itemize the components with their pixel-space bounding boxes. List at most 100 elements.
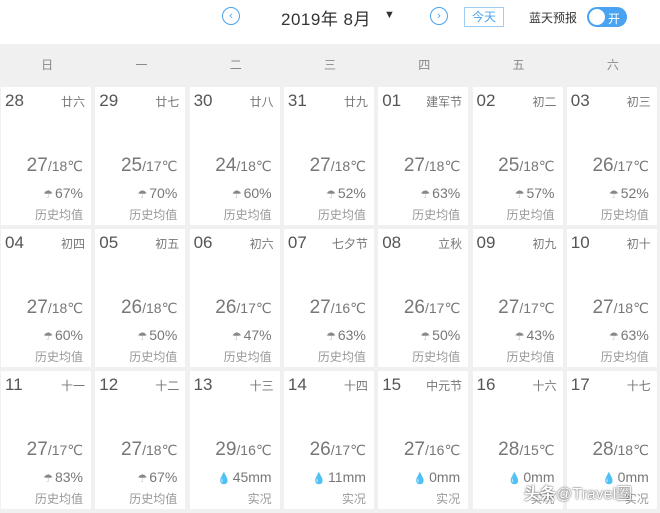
day-cell[interactable]: 28 廿六 27/18℃ ☂ 67% 历史均值	[1, 87, 91, 225]
weekday-sat: 六	[606, 58, 619, 72]
umbrella-icon: ☂	[137, 331, 148, 343]
day-cell[interactable]: 09 初九 27/17℃ ☂ 43% 历史均值	[472, 229, 563, 367]
umbrella-icon: ☂	[43, 189, 53, 201]
day-cell[interactable]: 12 十二 27/18℃ ☂ 67% 历史均值	[95, 371, 186, 509]
data-source-note: 历史均值	[129, 208, 178, 222]
day-number: 17	[570, 375, 590, 394]
data-source-note: 历史均值	[412, 350, 461, 364]
temp-high: 26	[120, 297, 143, 318]
day-cell[interactable]: 01 建军节 27/18℃ ☂ 63% 历史均值	[378, 87, 469, 225]
data-source-note: 实况	[341, 492, 366, 506]
temp-high: 26	[215, 297, 237, 318]
lunar-date: 十二	[155, 379, 180, 393]
precip-value: 45mm	[232, 469, 272, 485]
day-cell[interactable]: 15 中元节 27/16℃ 💧 0mm 实况	[378, 371, 469, 509]
temperature: 29/16℃	[215, 439, 271, 461]
temp-low: /16℃	[330, 300, 366, 316]
caret-down-icon[interactable]: ▼	[384, 9, 395, 21]
chevron-right-icon: ›	[437, 10, 441, 22]
temp-low: /17℃	[236, 300, 272, 316]
temperature: 26/17℃	[215, 297, 271, 319]
prev-month-button[interactable]: ‹	[222, 7, 240, 25]
precipitation: ☂ 60%	[43, 327, 83, 343]
day-number: 06	[193, 233, 213, 252]
day-cell[interactable]: 07 七夕节 27/16℃ ☂ 63% 历史均值	[283, 229, 374, 367]
day-number: 30	[193, 91, 213, 110]
temp-low: /17℃	[142, 158, 178, 174]
day-number: 08	[382, 233, 402, 252]
weekday-sun: 日	[41, 58, 54, 72]
precipitation: ☂ 50%	[420, 327, 460, 343]
day-number: 12	[99, 375, 119, 394]
day-cell[interactable]: 08 立秋 26/17℃ ☂ 50% 历史均值	[378, 229, 469, 367]
temp-low: /18℃	[47, 158, 83, 174]
day-number: 16	[476, 375, 496, 394]
data-source-note: 历史均值	[600, 350, 649, 364]
umbrella-icon: ☂	[420, 189, 431, 201]
day-cell[interactable]: 30 廿八 24/18℃ ☂ 60% 历史均值	[189, 87, 280, 225]
day-number: 15	[382, 375, 402, 394]
month-title[interactable]: 2019年 8月	[281, 5, 371, 30]
data-source-note: 历史均值	[506, 208, 555, 222]
precipitation: ☂ 52%	[326, 185, 366, 201]
day-cell[interactable]: 06 初六 26/17℃ ☂ 47% 历史均值	[189, 229, 280, 367]
umbrella-icon: ☂	[514, 331, 525, 343]
temp-high: 27	[26, 297, 48, 318]
today-button[interactable]: 今天	[464, 7, 504, 27]
data-source-note: 历史均值	[600, 208, 649, 222]
temp-low: /18℃	[47, 300, 83, 316]
day-cell[interactable]: 11 十一 27/17℃ ☂ 83% 历史均值	[1, 371, 91, 509]
precipitation: 💧 11mm	[312, 469, 366, 485]
temp-high: 25	[120, 155, 143, 176]
temp-low: /18℃	[142, 442, 178, 458]
temperature: 27/17℃	[27, 439, 83, 461]
precip-value: 83%	[54, 469, 83, 485]
lunar-date: 七夕节	[331, 237, 368, 251]
precipitation: ☂ 70%	[137, 185, 177, 201]
day-cell[interactable]: 31 廿九 27/18℃ ☂ 52% 历史均值	[283, 87, 374, 225]
day-cell[interactable]: 10 初十 27/18℃ ☂ 63% 历史均值	[566, 229, 657, 367]
precip-value: 50%	[149, 327, 178, 343]
day-cell[interactable]: 04 初四 27/18℃ ☂ 60% 历史均值	[1, 229, 91, 367]
data-source-note: 历史均值	[412, 208, 461, 222]
temperature: 25/17℃	[121, 155, 177, 177]
watermark: 头条@Travel圈	[524, 480, 632, 504]
lunar-date: 初六	[249, 237, 274, 251]
temp-high: 27	[309, 297, 331, 318]
lunar-date: 廿九	[343, 95, 368, 109]
weekday-mon: 一	[135, 58, 148, 72]
raindrop-icon: 💧	[507, 473, 522, 485]
day-cell[interactable]: 05 初五 26/18℃ ☂ 50% 历史均值	[95, 229, 186, 367]
data-source-note: 历史均值	[34, 350, 83, 364]
temp-high: 26	[403, 297, 425, 318]
day-number: 02	[476, 91, 496, 110]
day-number: 29	[99, 91, 119, 110]
temp-high: 27	[592, 297, 614, 318]
day-number: 11	[5, 375, 23, 394]
day-cell[interactable]: 03 初三 26/17℃ ☂ 52% 历史均值	[566, 87, 657, 225]
data-source-note: 实况	[436, 492, 461, 506]
day-cell[interactable]: 29 廿七 25/17℃ ☂ 70% 历史均值	[95, 87, 186, 225]
precipitation: 💧 45mm	[217, 469, 272, 485]
temperature: 27/16℃	[310, 297, 366, 319]
lunar-date: 初九	[532, 237, 557, 251]
calendar-grid: 日 一 二 三 四 五 六 28 廿六 27/18℃ ☂ 67% 历史均值 29 廿七 25/1…	[0, 44, 660, 513]
lunar-date: 十三	[249, 379, 274, 393]
next-month-button[interactable]: ›	[430, 7, 448, 25]
temperature: 27/18℃	[121, 439, 177, 461]
raindrop-icon: 💧	[413, 473, 428, 485]
day-cell[interactable]: 14 十四 26/17℃ 💧 11mm 实况	[283, 371, 374, 509]
precipitation: ☂ 50%	[137, 327, 177, 343]
precipitation: 💧 0mm	[413, 469, 460, 485]
precipitation: ☂ 43%	[515, 327, 555, 343]
bluesky-toggle[interactable]: 开	[587, 7, 627, 27]
raindrop-icon: 💧	[312, 473, 327, 485]
precip-value: 60%	[54, 327, 83, 343]
day-number: 01	[382, 91, 402, 110]
day-cell[interactable]: 02 初二 25/18℃ ☂ 57% 历史均值	[472, 87, 563, 225]
precip-value: 67%	[54, 185, 83, 201]
raindrop-icon: 💧	[216, 473, 231, 485]
day-cell[interactable]: 13 十三 29/16℃ 💧 45mm 实况	[189, 371, 280, 509]
precipitation: ☂ 57%	[515, 185, 555, 201]
temp-low: /18℃	[236, 158, 272, 174]
